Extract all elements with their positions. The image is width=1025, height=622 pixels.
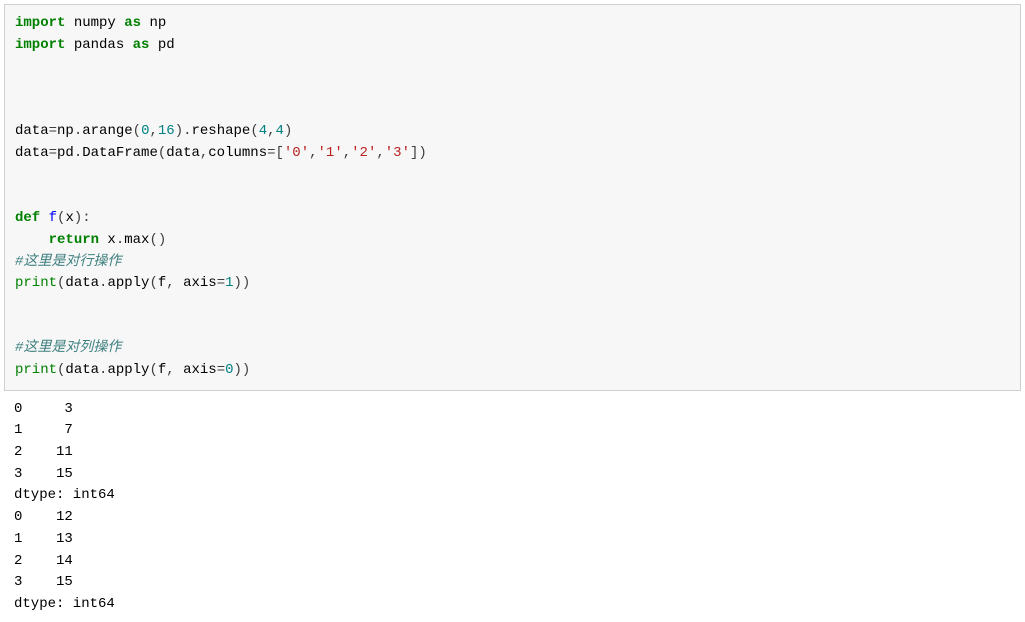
- paren: (: [149, 275, 157, 291]
- identifier: columns: [208, 145, 267, 161]
- paren: (): [149, 232, 166, 248]
- bracket: =[: [267, 145, 284, 161]
- identifier: axis: [183, 275, 217, 291]
- string-literal: '2': [351, 145, 376, 161]
- identifier: reshape: [192, 123, 251, 139]
- output-line: 2 14: [14, 553, 73, 569]
- paren: ):: [74, 210, 91, 226]
- comment: #这里是对行操作: [15, 254, 121, 270]
- paren: )): [234, 275, 251, 291]
- dot: .: [74, 123, 82, 139]
- string-literal: '0': [284, 145, 309, 161]
- paren: ): [284, 123, 292, 139]
- identifier: DataFrame: [82, 145, 158, 161]
- output-line: 0 3: [14, 401, 73, 417]
- function-name: f: [40, 210, 57, 226]
- module-name: numpy: [65, 15, 124, 31]
- string-literal: '3': [385, 145, 410, 161]
- output-line: 3 15: [14, 574, 73, 590]
- output-line: dtype: int64: [14, 487, 115, 503]
- paren: (: [158, 145, 166, 161]
- paren: (: [133, 123, 141, 139]
- identifier: arange: [82, 123, 132, 139]
- output-line: dtype: int64: [14, 596, 115, 612]
- builtin-print: print: [15, 275, 57, 291]
- identifier: data: [15, 145, 49, 161]
- number-literal: 16: [158, 123, 175, 139]
- keyword-import: import: [15, 15, 65, 31]
- identifier: x: [99, 232, 116, 248]
- number-literal: 0: [225, 362, 233, 378]
- alias-name: np: [141, 15, 166, 31]
- paren: ).: [175, 123, 192, 139]
- identifier: apply: [107, 362, 149, 378]
- number-literal: 1: [225, 275, 233, 291]
- keyword-import: import: [15, 37, 65, 53]
- builtin-print: print: [15, 362, 57, 378]
- bracket: ]): [410, 145, 427, 161]
- dot: .: [74, 145, 82, 161]
- module-name: pandas: [65, 37, 132, 53]
- identifier: f: [158, 362, 166, 378]
- paren: (: [250, 123, 258, 139]
- comma: ,: [267, 123, 275, 139]
- code-output-cell: 0 3 1 7 2 11 3 15 dtype: int64 0 12 1 13…: [4, 391, 1021, 618]
- identifier: np: [57, 123, 74, 139]
- operator-eq: =: [217, 362, 225, 378]
- identifier: data: [65, 275, 99, 291]
- comma: ,: [309, 145, 317, 161]
- output-line: 2 11: [14, 444, 73, 460]
- identifier: apply: [107, 275, 149, 291]
- output-line: 3 15: [14, 466, 73, 482]
- keyword-as: as: [124, 15, 141, 31]
- operator-eq: =: [49, 123, 57, 139]
- identifier: data: [166, 145, 200, 161]
- paren: )): [234, 362, 251, 378]
- operator-eq: =: [49, 145, 57, 161]
- alias-name: pd: [149, 37, 174, 53]
- number-literal: 4: [276, 123, 284, 139]
- number-literal: 4: [259, 123, 267, 139]
- identifier: axis: [183, 362, 217, 378]
- paren: (: [149, 362, 157, 378]
- indent: [15, 232, 49, 248]
- operator-eq: =: [217, 275, 225, 291]
- output-line: 1 7: [14, 422, 73, 438]
- dot: .: [116, 232, 124, 248]
- comma: ,: [149, 123, 157, 139]
- output-line: 0 12: [14, 509, 73, 525]
- keyword-def: def: [15, 210, 40, 226]
- identifier: pd: [57, 145, 74, 161]
- comma: ,: [343, 145, 351, 161]
- identifier: f: [158, 275, 166, 291]
- code-input-cell: import numpy as np import pandas as pd d…: [4, 4, 1021, 391]
- parameter: x: [65, 210, 73, 226]
- comma: ,: [376, 145, 384, 161]
- string-literal: '1': [318, 145, 343, 161]
- comma: ,: [166, 275, 183, 291]
- identifier: max: [124, 232, 149, 248]
- identifier: data: [15, 123, 49, 139]
- comment: #这里是对列操作: [15, 340, 121, 356]
- keyword-return: return: [49, 232, 99, 248]
- comma: ,: [166, 362, 183, 378]
- keyword-as: as: [133, 37, 150, 53]
- identifier: data: [65, 362, 99, 378]
